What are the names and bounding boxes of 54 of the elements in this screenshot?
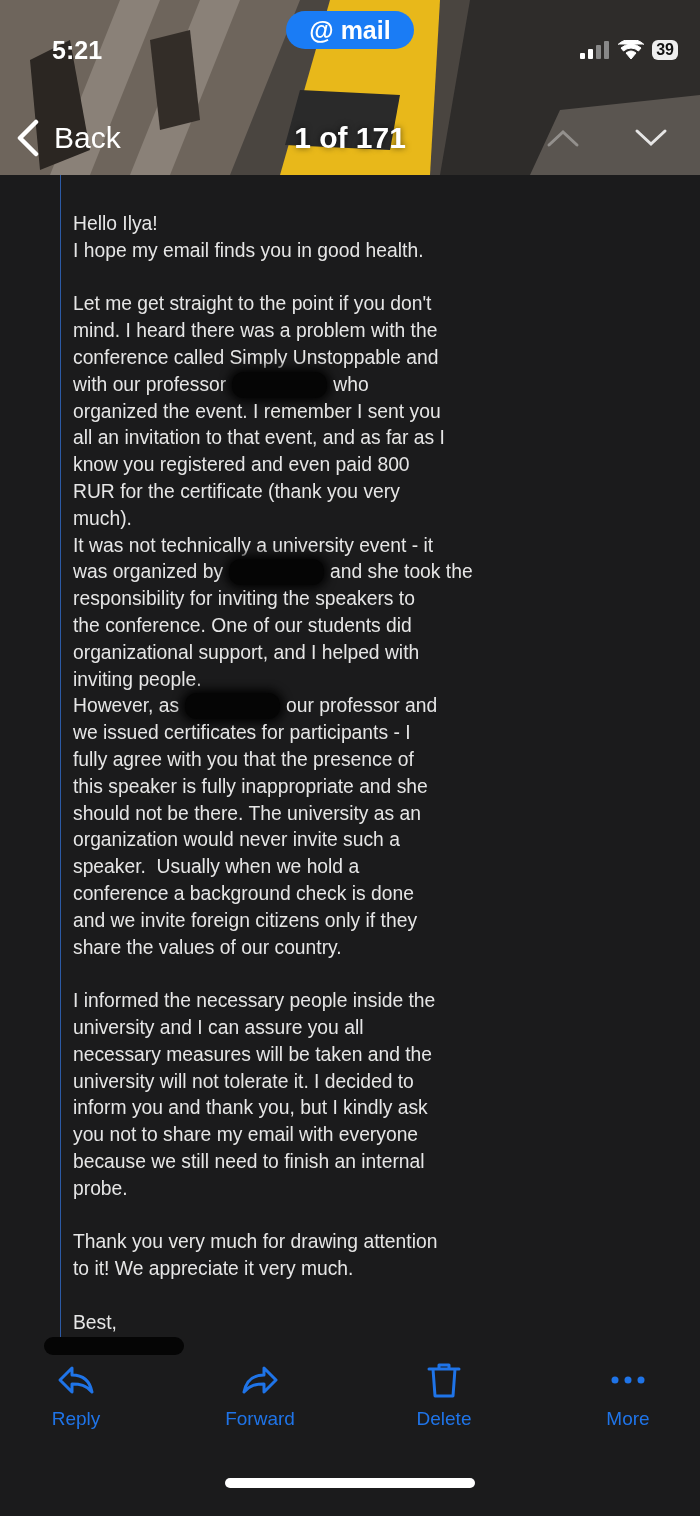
- email-text-line: speaker. Usually when we hold a: [73, 855, 360, 880]
- signal-icon: [580, 41, 611, 59]
- status-time: 5:21: [52, 35, 103, 65]
- email-text-line: our professor and: [286, 694, 438, 719]
- next-button[interactable]: [634, 127, 668, 148]
- email-text-line: you not to share my email with everyone: [73, 1123, 419, 1148]
- email-text-line: responsibility for inviting the speakers to: [73, 587, 415, 612]
- email-text-line: Best,: [73, 1310, 117, 1335]
- email-text-line: I informed the necessary people inside the: [73, 989, 436, 1014]
- email-text-line: Hello Ilya!: [73, 212, 158, 236]
- email-text-line: conference a background check is done: [73, 881, 414, 906]
- email-text-line: probe.: [73, 1176, 128, 1201]
- back-chevron-icon: [16, 118, 40, 157]
- more-icon: [611, 1376, 645, 1384]
- wifi-icon: [618, 40, 645, 60]
- email-text-line: Let me get straight to the point if you don't: [73, 292, 432, 317]
- email-text-line: know you registered and even paid 800: [73, 453, 410, 478]
- email-text-line: university will not tolerate it. I decided to: [73, 1069, 414, 1094]
- email-text-line: and she took the: [330, 560, 473, 585]
- email-text-line: university and I can assure you all: [73, 1015, 364, 1040]
- email-text-line: share the values of our country.: [73, 935, 342, 960]
- battery-level: 39: [652, 40, 678, 60]
- email-text-line: conference called Simply Unstoppable and: [73, 346, 439, 370]
- email-text-line: much).: [73, 506, 132, 531]
- back-button[interactable]: Back: [16, 118, 121, 157]
- email-text-line: inform you and thank you, but I kindly ask: [73, 1096, 428, 1121]
- email-text-line: necessary measures will be taken and the: [73, 1042, 433, 1067]
- email-text-line: fully agree with you that the presence of: [73, 747, 414, 772]
- email-text-line: However, as: [73, 694, 180, 719]
- email-text-line: all an invitation to that event, and as far as I: [73, 426, 445, 451]
- email-text-line: the conference. One of our students did: [73, 613, 412, 638]
- email-text-line: because we still need to finish an internal: [73, 1149, 425, 1174]
- email-text-line: I hope my email finds you in good health.: [73, 238, 424, 263]
- email-text-line: mind. I heard there was a problem with the: [73, 319, 438, 344]
- email-text-line: should not be there. The university as an: [73, 801, 421, 826]
- toolbar-button[interactable]: Delete: [412, 1360, 476, 1450]
- email-text-line: organized the event. I remember I sent you: [73, 399, 441, 424]
- toolbar-button[interactable]: Forward: [228, 1360, 292, 1450]
- email-text-line: we issued certificates for participants - I: [73, 721, 411, 746]
- email-text-line: Thank you very much for drawing attention: [73, 1230, 438, 1255]
- email-text-line: inviting people.: [73, 667, 202, 692]
- email-text-line: with our professor: [73, 372, 227, 397]
- email-text-line: to it! We appreciate it very much.: [73, 1257, 354, 1282]
- email-text-line: this speaker is fully inappropriate and she: [73, 774, 428, 799]
- email-text-line: was organized by: [73, 560, 224, 585]
- toolbar-button[interactable]: More: [596, 1360, 660, 1450]
- app-indicator: @ mail: [286, 11, 414, 49]
- email-text-line: who: [333, 372, 369, 397]
- email-text-line: and we invite foreign citizens only if they: [73, 908, 418, 933]
- email-text-line: organization would never invite such a: [73, 828, 400, 853]
- email-text-line: It was not technically a university event - it: [73, 533, 434, 558]
- email-text-line: organizational support, and I helped with: [73, 640, 420, 665]
- email-text-line: RUR for the certificate (thank you very: [73, 479, 400, 504]
- toolbar-button[interactable]: Reply: [44, 1360, 108, 1450]
